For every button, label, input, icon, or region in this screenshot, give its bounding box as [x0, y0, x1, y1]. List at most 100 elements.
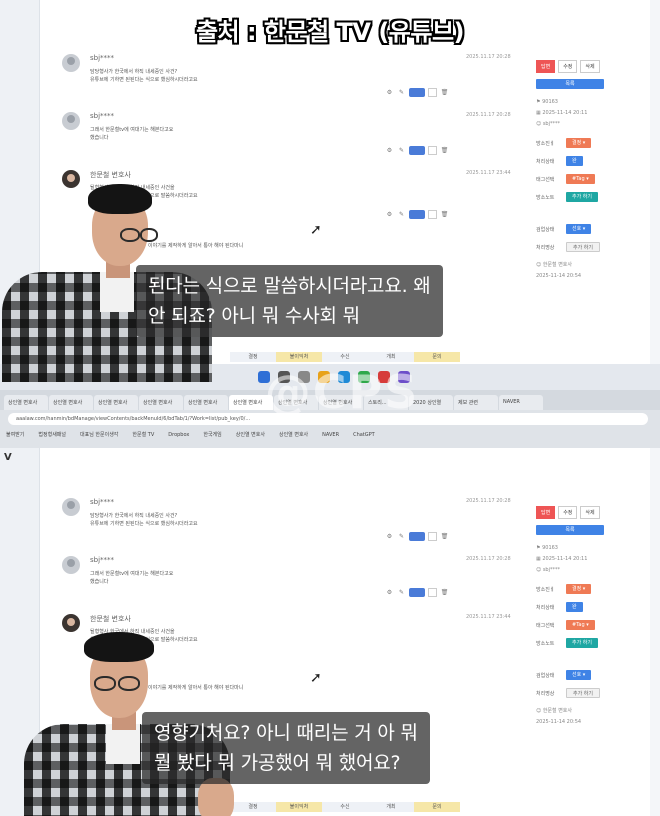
- comment-author: sbj****: [90, 112, 115, 120]
- status-row: 태그선택 #Tag ▾: [536, 620, 626, 630]
- tag-dropdown[interactable]: #Tag ▾: [566, 620, 595, 630]
- edit-button[interactable]: 수정: [558, 506, 578, 519]
- toggle-switch[interactable]: [409, 146, 425, 155]
- gear-icon[interactable]: ⚙: [385, 210, 394, 219]
- post-meta: ⚑ 90163 ▦ 2025-11-14 20:11 ☺ sbj****: [536, 99, 588, 127]
- reply-button[interactable]: 답변: [536, 60, 556, 73]
- edit-button[interactable]: 수정: [558, 60, 578, 73]
- comment-body: 담당형사가 한국에서 하직 내세중인 사건? 유튜브에 기하면 된된다는 식으로…: [90, 513, 198, 527]
- comment-author: sbj****: [90, 54, 115, 62]
- pin-icon[interactable]: ✎: [397, 88, 406, 97]
- bookmark-item[interactable]: 대표님 한문이생각: [80, 429, 118, 441]
- add-item-button[interactable]: 추가 하기: [566, 242, 600, 252]
- browser-tab[interactable]: 제보 관련: [454, 395, 498, 410]
- bookmark-item[interactable]: ChatGPT: [353, 429, 375, 441]
- state-toggle[interactable]: 완: [566, 602, 583, 612]
- tag-dropdown[interactable]: #Tag ▾: [566, 174, 595, 184]
- add-item-button[interactable]: 추가 하기: [566, 688, 600, 698]
- bookmark-item[interactable]: 법정형새패널: [38, 429, 66, 441]
- state-toggle[interactable]: 완: [566, 156, 583, 166]
- add-note-button[interactable]: 추가 하기: [566, 638, 598, 648]
- delete-button[interactable]: 삭제: [580, 506, 600, 519]
- video-frame: 출처 : 한문철 TV (유튜브) sbj**** 2025.11.17 20:…: [0, 0, 660, 816]
- avatar: [62, 498, 80, 516]
- status-row: 방소노트 추가 하기: [536, 638, 626, 648]
- delete-button[interactable]: 삭제: [580, 60, 600, 73]
- watermark: @CPS: [264, 365, 420, 419]
- bookmarks-bar: 불여받기 법정형새패널 대표님 한문이생각 한문철 TV Dropbox 한국게…: [6, 429, 654, 441]
- trash-icon[interactable]: 🗑: [440, 532, 449, 541]
- comment-time: 2025.11.17 20:28: [466, 498, 511, 504]
- bookmark-item[interactable]: 한국게임: [203, 429, 221, 441]
- browser-tab[interactable]: 상인열 변호사: [94, 395, 138, 410]
- status-row: 검업상태 선호 ▾: [536, 670, 626, 680]
- status-dropdown[interactable]: 결정 ▾: [566, 584, 592, 594]
- bookmark-item[interactable]: 한문철 TV: [132, 429, 154, 441]
- detail-sidebar: 답변 수정 삭제 목록 ⚑ 90163 ▦ 2025-11-14 20:11 ☺…: [536, 506, 626, 728]
- browser-tab[interactable]: 상인열 변호사: [49, 395, 93, 410]
- bookmark-item[interactable]: 상인열 변호사: [236, 429, 265, 441]
- review-dropdown[interactable]: 선호 ▾: [566, 670, 592, 680]
- add-note-button[interactable]: 추가 하기: [566, 192, 598, 202]
- browser-tab[interactable]: 상인열 변호사: [184, 395, 228, 410]
- pin-icon[interactable]: ✎: [397, 588, 406, 597]
- status-dropdown[interactable]: 결정 ▾: [566, 138, 592, 148]
- comment-tools: ⚙ ✎ 🗑: [385, 588, 449, 597]
- avatar: [62, 54, 80, 72]
- bookmark-item[interactable]: 불여받기: [6, 429, 24, 441]
- comment-tools: ⚙ ✎ 🗑: [385, 210, 449, 219]
- browser-tab[interactable]: 상인열 변호사: [4, 395, 48, 410]
- comment-time: 2025.11.17 23:44: [466, 614, 511, 620]
- gear-icon[interactable]: ⚙: [385, 588, 394, 597]
- detail-sidebar: 답변 수정 삭제 목록 ⚑ 90163 ▦ 2025-11-14 20:11 ☺…: [536, 60, 626, 282]
- gear-icon[interactable]: ⚙: [385, 146, 394, 155]
- checkbox[interactable]: [428, 88, 437, 97]
- action-button-row: 답변 수정 삭제: [536, 60, 626, 73]
- browser-tab[interactable]: NAVER: [499, 395, 543, 410]
- sidebar-footer: ☺ 한문철 변호사 2025-11-14 20:54: [536, 708, 582, 725]
- status-row: 방소노트 추가 하기: [536, 192, 626, 202]
- trash-icon[interactable]: 🗑: [440, 88, 449, 97]
- status-row: 검업상태 선호 ▾: [536, 224, 626, 234]
- mouse-cursor-icon: ➚: [310, 222, 322, 238]
- comment-author: sbj****: [90, 498, 115, 506]
- trash-icon[interactable]: 🗑: [440, 146, 449, 155]
- list-button[interactable]: 목록: [536, 525, 604, 535]
- comment-tools: ⚙ ✎ 🗑: [385, 146, 449, 155]
- pin-icon[interactable]: ✎: [397, 532, 406, 541]
- browser-tab[interactable]: 상인열 변호사: [139, 395, 183, 410]
- gear-icon[interactable]: ⚙: [385, 88, 394, 97]
- toggle-switch[interactable]: [409, 88, 425, 97]
- reply-button[interactable]: 답변: [536, 506, 556, 519]
- bookmark-item[interactable]: NAVER: [322, 429, 339, 441]
- pin-icon[interactable]: ✎: [397, 146, 406, 155]
- sidebar-footer: ☺ 한문철 변호사 2025-11-14 20:54: [536, 262, 582, 279]
- subtitle-top: 된다는 식으로 말씀하시더라고요. 왜 안 되죠? 아니 뭐 수사회 뭐: [136, 265, 443, 337]
- bookmark-item[interactable]: 상인열 변호사: [279, 429, 308, 441]
- mouse-cursor-icon: ➚: [310, 670, 322, 686]
- toggle-switch[interactable]: [409, 588, 425, 597]
- comment-author: sbj****: [90, 556, 115, 564]
- status-row: 처리명상 추가 하기: [536, 242, 626, 252]
- toggle-switch[interactable]: [409, 532, 425, 541]
- checkbox[interactable]: [428, 146, 437, 155]
- list-button[interactable]: 목록: [536, 79, 604, 89]
- bookmark-item[interactable]: Dropbox: [168, 429, 189, 441]
- trash-icon[interactable]: 🗑: [440, 210, 449, 219]
- checkbox[interactable]: [428, 210, 437, 219]
- page-toolbar: 결정 불이익처 수신 개최 문의: [230, 802, 460, 812]
- pin-icon[interactable]: ✎: [397, 210, 406, 219]
- review-dropdown[interactable]: 선호 ▾: [566, 224, 592, 234]
- comment-time: 2025.11.17 23:44: [466, 170, 511, 176]
- avatar: [62, 112, 80, 130]
- status-row: 방소진ㅔ 결정 ▾: [536, 138, 626, 148]
- trash-icon[interactable]: 🗑: [440, 588, 449, 597]
- gear-icon[interactable]: ⚙: [385, 532, 394, 541]
- toggle-switch[interactable]: [409, 210, 425, 219]
- comment-author: 한문철 변호사: [90, 171, 131, 179]
- checkbox[interactable]: [428, 532, 437, 541]
- comment-tools: ⚙ ✎ 🗑: [385, 88, 449, 97]
- left-edge-marker: V: [4, 452, 12, 463]
- action-button-row: 답변 수정 삭제: [536, 506, 626, 519]
- checkbox[interactable]: [428, 588, 437, 597]
